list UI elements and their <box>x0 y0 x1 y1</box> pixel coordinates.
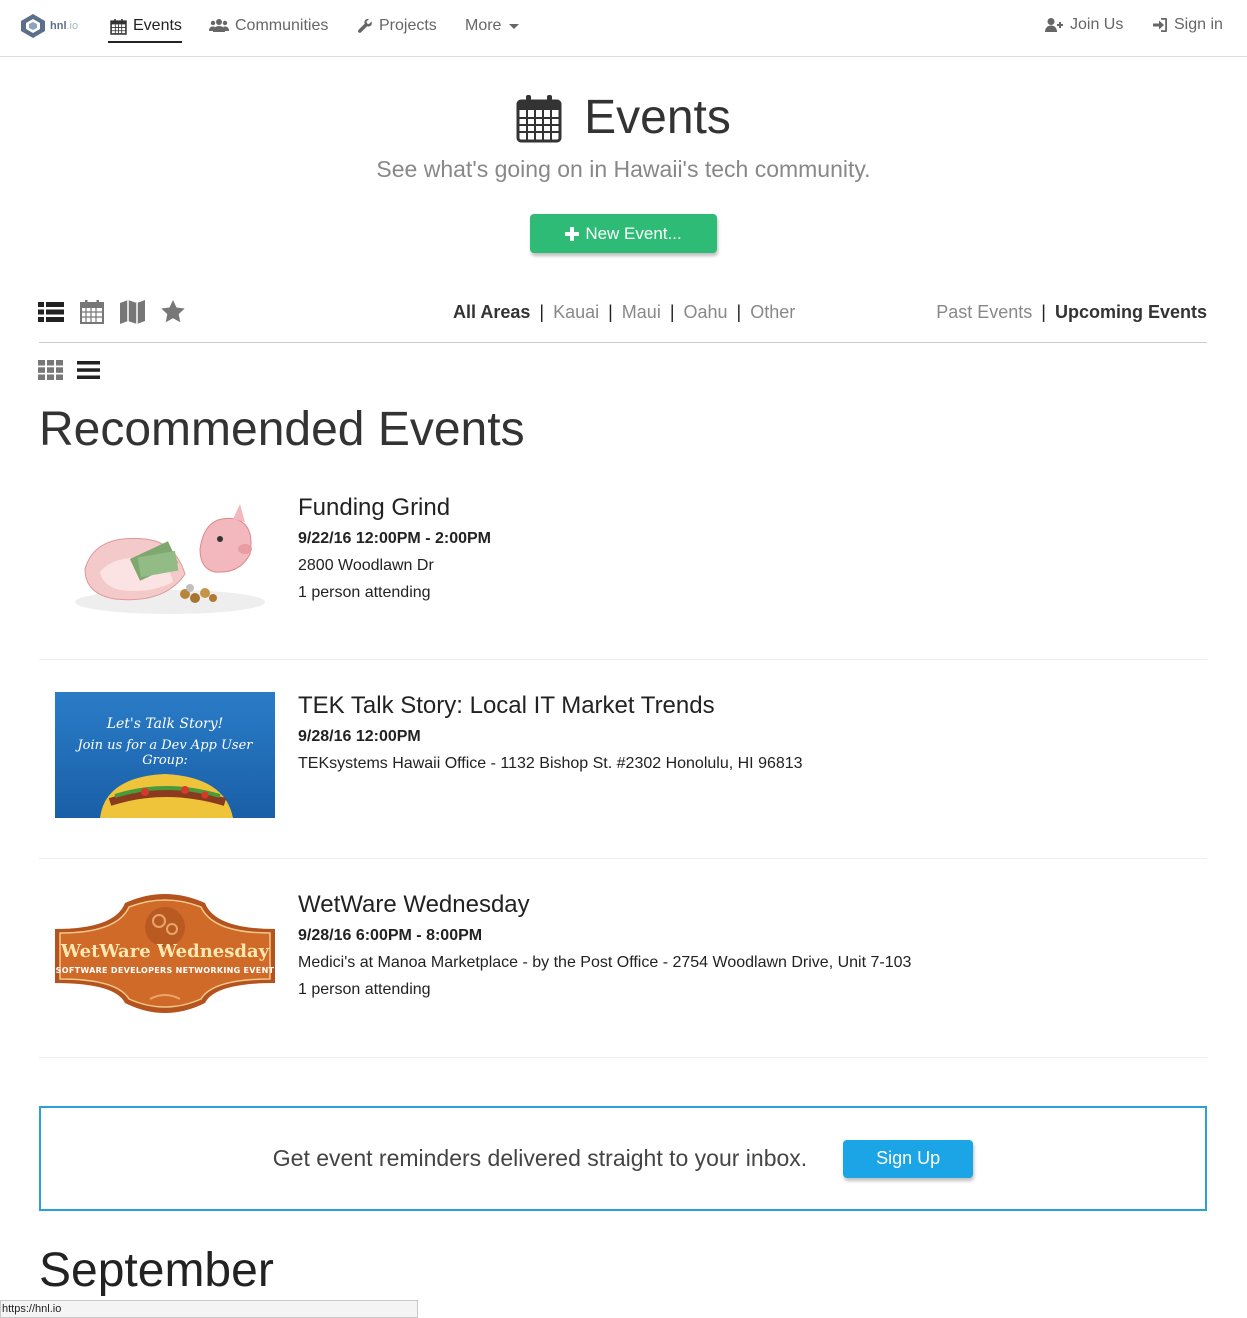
brand-name: hnl.io <box>50 20 79 32</box>
month-heading: September <box>39 1244 274 1297</box>
map-view-icon[interactable] <box>120 299 145 324</box>
event-title[interactable]: WetWare Wednesday <box>298 891 911 919</box>
new-event-label: New Event... <box>585 223 682 243</box>
event-title[interactable]: Funding Grind <box>298 494 491 522</box>
chevron-down-icon <box>509 23 520 29</box>
separator: | <box>1041 302 1046 322</box>
event-item[interactable]: WetWare Wednesday SOFTWARE DEVELOPERS NE… <box>39 890 1207 1030</box>
area-oahu[interactable]: Oahu <box>684 302 728 323</box>
page-subtitle: See what's going on in Hawaii's tech com… <box>376 156 871 182</box>
recommended-events-heading: Recommended Events <box>39 403 525 456</box>
page-title: Events <box>584 91 731 144</box>
view-mode-toolbar <box>38 299 185 324</box>
area-maui[interactable]: Maui <box>622 302 661 323</box>
nav-projects[interactable]: Projects <box>357 17 437 35</box>
nav-active-underline <box>108 41 182 43</box>
area-kauai[interactable]: Kauai <box>553 302 599 323</box>
reminder-text: Get event reminders delivered straight t… <box>272 1145 808 1171</box>
layout-toggle <box>38 360 100 385</box>
upcoming-events-link[interactable]: Upcoming Events <box>1055 302 1207 323</box>
sign-in-label: Sign in <box>1174 16 1223 33</box>
event-image-piggy-bank[interactable] <box>55 494 275 620</box>
nav-events-label: Events <box>133 17 182 34</box>
list-layout-icon[interactable] <box>77 360 100 385</box>
join-us-link[interactable]: Join Us <box>1045 16 1123 34</box>
event-image-wetware[interactable]: WetWare Wednesday SOFTWARE DEVELOPERS NE… <box>55 891 275 1017</box>
event-location: Medici's at Manoa Marketplace - by the P… <box>298 954 912 971</box>
image-caption-2: SOFTWARE DEVELOPERS NETWORKING EVENT <box>55 966 275 975</box>
join-us-label: Join Us <box>1070 16 1124 33</box>
nav-projects-label: Projects <box>379 17 437 34</box>
event-item[interactable]: Let's Talk Story! Join us for a Dev App … <box>39 691 1207 831</box>
sign-in-link[interactable]: Sign in <box>1152 16 1223 34</box>
email-reminder-box: Get event reminders delivered straight t… <box>39 1106 1207 1211</box>
nav-events[interactable]: Events <box>110 17 182 35</box>
calendar-large-icon <box>516 94 562 142</box>
past-events-link[interactable]: Past Events <box>936 302 1032 323</box>
browser-status-bar: https://hnl.io <box>0 1300 418 1318</box>
event-attending: 1 person attending <box>298 981 431 998</box>
nav-more-dropdown[interactable]: More <box>465 17 520 35</box>
timeframe-filter: Past Events | Upcoming Events <box>936 302 1207 323</box>
image-caption-1: Let's Talk Story! <box>106 716 224 732</box>
image-caption-1: WetWare Wednesday <box>60 941 270 962</box>
event-location: TEKsystems Hawaii Office - 1132 Bishop S… <box>298 755 803 772</box>
separator: | <box>669 302 675 322</box>
sign-up-button[interactable]: Sign Up <box>843 1139 974 1178</box>
toolbar-divider <box>39 342 1207 343</box>
event-time: 9/28/16 12:00PM <box>298 728 421 745</box>
image-caption-2: Join us for a Dev App User Group: <box>77 738 253 768</box>
event-time: 9/28/16 6:00PM - 8:00PM <box>298 927 483 944</box>
event-time: 9/22/16 12:00PM - 2:00PM <box>298 530 491 547</box>
separator: | <box>539 302 545 322</box>
event-title[interactable]: TEK Talk Story: Local IT Market Trends <box>298 692 803 720</box>
calendar-view-icon[interactable] <box>80 299 104 324</box>
wrench-icon <box>357 18 372 33</box>
brand-logo[interactable]: hnl.io <box>20 13 78 39</box>
area-other[interactable]: Other <box>750 302 795 323</box>
separator: | <box>736 302 742 322</box>
star-favorites-icon[interactable] <box>161 300 185 323</box>
plus-icon <box>565 226 580 241</box>
event-divider <box>39 659 1207 660</box>
calendar-icon <box>110 18 127 35</box>
area-all[interactable]: All Areas <box>453 302 530 323</box>
list-view-icon[interactable] <box>38 301 64 323</box>
area-filter: All Areas | Kauai | Maui | Oahu | Other <box>453 302 795 323</box>
page-header: Events <box>0 90 1247 145</box>
event-item[interactable]: Funding Grind 9/22/16 12:00PM - 2:00PM 2… <box>39 492 1207 632</box>
nav-more-label: More <box>465 17 502 34</box>
new-event-button[interactable]: New Event... <box>530 214 717 253</box>
event-divider <box>39 1057 1207 1058</box>
event-attending: 1 person attending <box>298 584 431 601</box>
top-navbar: hnl.io Events Communities Projects More <box>0 0 1247 57</box>
users-icon <box>209 19 229 32</box>
event-location: 2800 Woodlawn Dr <box>298 557 434 574</box>
brand-cube-icon <box>21 14 45 38</box>
event-divider <box>39 858 1207 859</box>
grid-layout-icon[interactable] <box>38 360 63 385</box>
nav-communities[interactable]: Communities <box>209 17 328 35</box>
sign-in-icon <box>1153 18 1167 32</box>
nav-communities-label: Communities <box>235 17 329 34</box>
separator: | <box>608 302 613 322</box>
user-plus-icon <box>1045 18 1063 32</box>
event-image-talk-story[interactable]: Let's Talk Story! Join us for a Dev App … <box>55 692 275 818</box>
